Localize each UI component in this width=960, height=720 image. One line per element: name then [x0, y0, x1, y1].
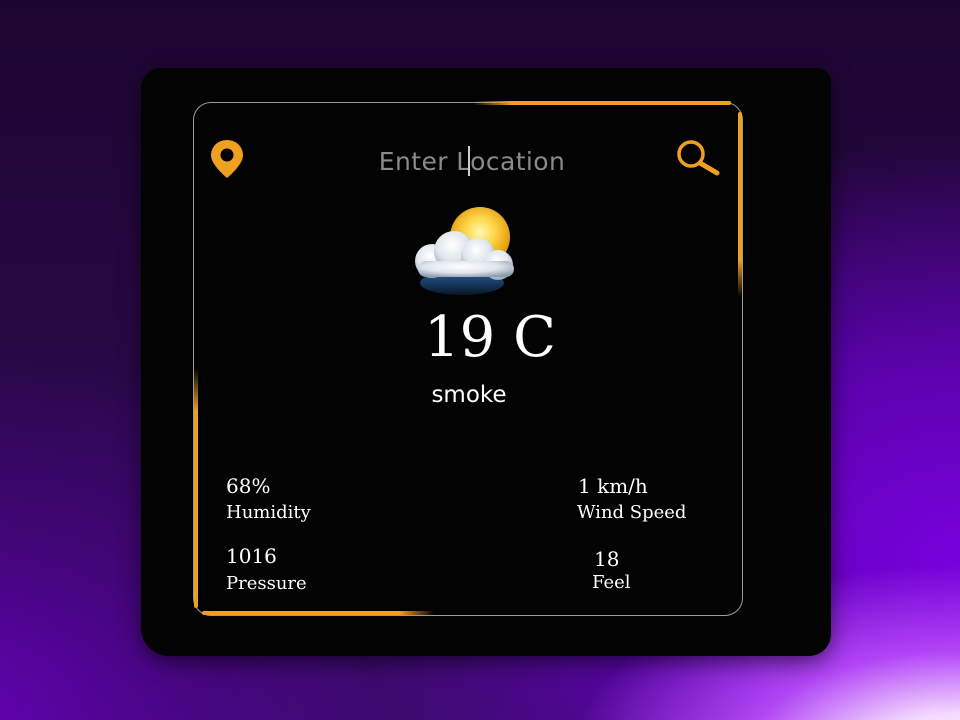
humidity-value: 68%	[226, 474, 271, 498]
wind-speed-label: Wind Speed	[577, 502, 687, 523]
feel-label: Feel	[592, 572, 631, 593]
temperature-value: 19 C	[424, 305, 556, 370]
accent-border-right	[738, 112, 742, 297]
accent-border-left	[194, 368, 198, 608]
feel-value: 18	[594, 547, 620, 571]
location-pin-icon	[211, 140, 243, 178]
pressure-value: 1016	[226, 544, 277, 568]
sun-cloud-icon	[415, 207, 514, 295]
wind-speed-value: 1 km/h	[578, 474, 648, 498]
weather-condition: smoke	[431, 382, 507, 408]
humidity-label: Humidity	[226, 502, 311, 523]
pressure-label: Pressure	[226, 573, 307, 594]
accent-border-top	[473, 101, 731, 105]
location-search-input[interactable]	[330, 140, 614, 182]
text-cursor	[468, 146, 470, 176]
accent-border-bottom	[202, 611, 434, 615]
search-icon[interactable]	[673, 138, 723, 178]
